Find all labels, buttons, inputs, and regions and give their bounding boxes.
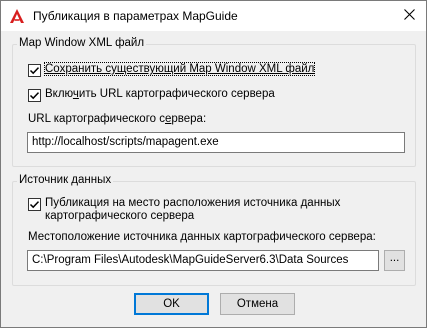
save-existing-xml-checkbox-row[interactable]: Сохранить существующий Map Window XML фа… <box>28 62 316 77</box>
data-source-location-label: Местоположение источника данных картогра… <box>28 231 376 243</box>
map-window-xml-group-title: Map Window XML файл <box>17 37 147 49</box>
data-source-group-title: Источник данных <box>17 174 114 186</box>
title-bar: Публикация в параметрах MapGuide <box>1 1 426 31</box>
browse-button[interactable]: ... <box>384 250 405 271</box>
include-url-checkbox[interactable] <box>28 89 41 102</box>
server-url-label: URL картографического сервера: <box>28 113 207 125</box>
dialog-window: Публикация в параметрах MapGuide Map Win… <box>0 0 427 328</box>
save-existing-xml-label: Сохранить существующий Map Window XML фа… <box>43 62 316 76</box>
ok-button[interactable]: OK <box>134 293 209 315</box>
include-url-label: Включить URL картографического сервера <box>45 88 275 100</box>
data-source-location-input[interactable]: C:\Program Files\Autodesk\MapGuideServer… <box>27 250 379 271</box>
server-url-input[interactable]: http://localhost/scripts/mapagent.exe <box>27 132 405 153</box>
checkmark-icon <box>29 67 40 75</box>
close-icon <box>403 9 415 23</box>
checkmark-icon <box>29 92 40 100</box>
close-button[interactable] <box>392 1 426 31</box>
window-title: Публикация в параметрах MapGuide <box>33 9 238 23</box>
checkmark-icon <box>29 201 40 209</box>
publish-data-source-checkbox-row[interactable]: Публикация на место расположения источни… <box>28 197 340 223</box>
cancel-button[interactable]: Отмена <box>220 293 295 315</box>
include-url-checkbox-row[interactable]: Включить URL картографического сервера <box>28 88 275 102</box>
autocad-a-icon <box>9 8 25 24</box>
save-existing-xml-checkbox[interactable] <box>28 64 41 77</box>
publish-data-source-checkbox[interactable] <box>28 198 41 211</box>
publish-data-source-label: Публикация на место расположения источни… <box>45 197 341 222</box>
